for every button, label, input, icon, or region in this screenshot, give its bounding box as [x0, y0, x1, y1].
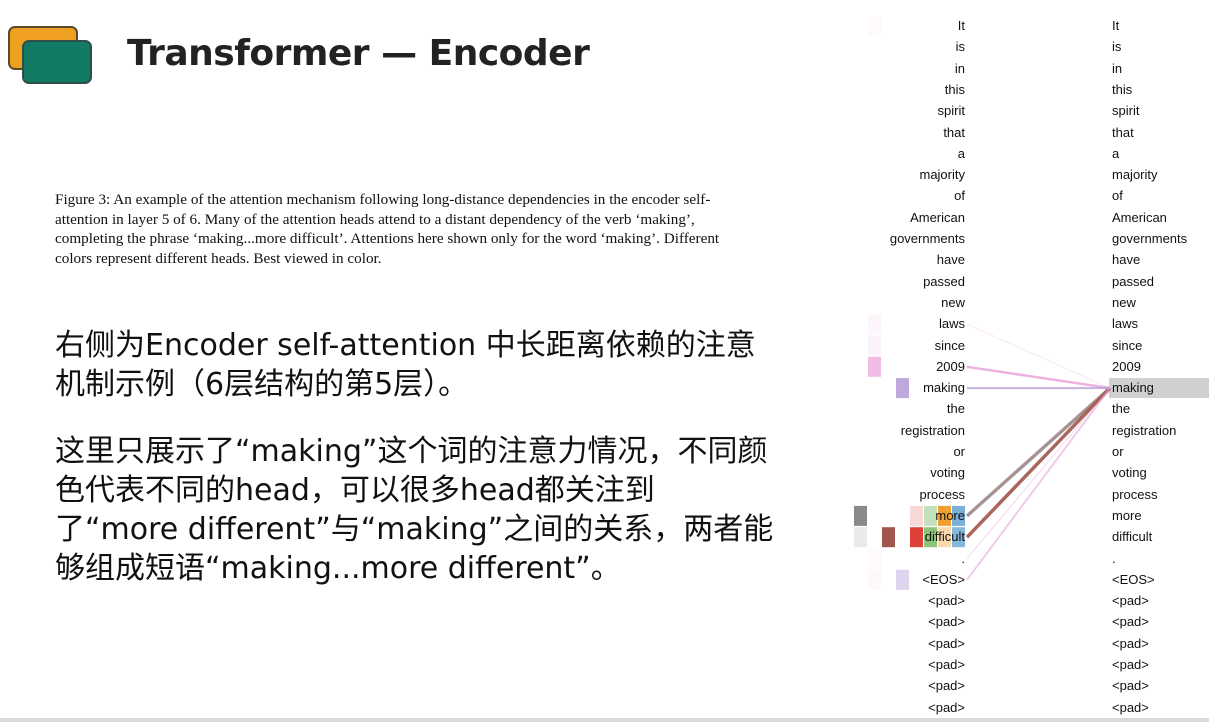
source-token: 2009 — [936, 358, 965, 374]
source-token: new — [941, 294, 965, 310]
page-title: Transformer — Encoder — [127, 33, 590, 74]
source-token: or — [953, 444, 965, 459]
bottom-divider — [0, 718, 1209, 722]
source-token: process — [919, 486, 965, 502]
target-token: making — [1112, 380, 1154, 396]
target-token: <pad> — [1112, 593, 1149, 609]
attention-weight-swatch — [868, 16, 881, 36]
logo — [8, 26, 92, 84]
target-token: governments — [1112, 231, 1188, 246]
target-token: more — [1112, 507, 1142, 523]
source-token: laws — [938, 316, 965, 332]
target-token: since — [1112, 337, 1143, 353]
target-token: It — [1112, 18, 1120, 33]
source-token: difficult — [924, 529, 965, 545]
attention-line — [965, 386, 1112, 539]
target-token: <pad> — [1112, 657, 1149, 672]
attention-weight-swatch — [896, 378, 909, 399]
logo-front-shape — [22, 40, 92, 84]
target-token: process — [1112, 486, 1158, 502]
target-token: have — [1112, 252, 1141, 268]
target-token: <EOS> — [1112, 571, 1155, 587]
source-token: is — [955, 39, 965, 55]
source-token: passed — [923, 273, 965, 289]
attention-line — [966, 365, 1111, 390]
source-token: a — [957, 145, 965, 161]
target-token: passed — [1112, 273, 1154, 289]
attention-weight-swatch — [868, 569, 881, 590]
attention-line — [966, 387, 1111, 559]
attention-weight-swatch — [910, 527, 923, 548]
paragraph-making-explanation: 这里只展示了“making”这个词的注意力情况，不同颜色代表不同的head，可以… — [55, 434, 774, 586]
attention-lines-svg — [854, 16, 1209, 590]
attention-weight-swatch — [896, 569, 909, 590]
source-token: spirit — [937, 103, 965, 119]
source-token: <EOS> — [922, 571, 965, 587]
attention-weight-swatch — [910, 505, 923, 526]
target-token: 2009 — [1112, 358, 1141, 374]
target-token: new — [1112, 294, 1136, 310]
attention-weight-swatch — [868, 314, 881, 335]
target-token: <pad> — [1112, 699, 1149, 715]
target-token: difficult — [1112, 529, 1153, 545]
source-token: <pad> — [928, 614, 965, 630]
source-token: have — [936, 252, 965, 268]
source-token: <pad> — [928, 635, 965, 651]
figure-caption: Figure 3: An example of the attention me… — [55, 191, 720, 267]
attention-visualization: It is in this spirit that a majority of American g… — [852, 0, 1209, 722]
attention-weight-swatch — [868, 335, 881, 356]
source-token: in — [954, 60, 965, 76]
target-token: registration — [1112, 422, 1177, 438]
target-token: of — [1112, 188, 1123, 204]
source-token: <pad> — [928, 678, 965, 694]
attention-weight-swatch — [868, 548, 881, 569]
attention-line — [966, 387, 1111, 581]
source-token: the — [946, 401, 965, 417]
target-token: or — [1112, 444, 1124, 459]
attention-weight-swatch — [882, 527, 895, 548]
target-token: American — [1112, 209, 1167, 225]
attention-weight-swatch — [854, 505, 867, 526]
source-token: . — [961, 550, 965, 566]
source-token: American — [910, 209, 965, 225]
target-token: in — [1112, 60, 1123, 76]
source-token: <pad> — [928, 657, 965, 672]
target-token: <pad> — [1112, 635, 1149, 651]
target-token: is — [1112, 39, 1122, 55]
target-token: this — [1112, 81, 1133, 97]
target-token: <pad> — [1112, 678, 1149, 694]
target-token: voting — [1112, 465, 1147, 481]
attention-line — [966, 387, 1111, 517]
target-token: a — [1112, 145, 1120, 161]
target-token: . — [1112, 550, 1116, 566]
target-token: laws — [1112, 316, 1139, 332]
attention-weight-swatch — [868, 356, 881, 377]
source-token: majority — [919, 167, 965, 183]
source-token: It — [957, 18, 965, 33]
target-token: spirit — [1112, 103, 1140, 119]
source-token: since — [934, 337, 965, 353]
source-token: <pad> — [928, 699, 965, 715]
target-token: the — [1112, 401, 1131, 417]
target-token: <pad> — [1112, 614, 1149, 630]
source-token: making — [923, 380, 965, 396]
target-token: that — [1112, 124, 1134, 140]
source-token: governments — [889, 231, 965, 246]
source-token: more — [935, 507, 965, 523]
target-token: majority — [1112, 167, 1158, 183]
source-token: voting — [930, 465, 965, 481]
source-token: registration — [900, 422, 965, 438]
attention-weight-swatch — [854, 527, 867, 548]
source-token: <pad> — [928, 593, 965, 609]
source-token: this — [944, 81, 965, 97]
source-token: of — [954, 188, 965, 204]
paragraph-encoder-description: 右侧为Encoder self-attention 中长距离依赖的注意机制示例（… — [55, 328, 756, 402]
source-token: that — [943, 124, 965, 140]
